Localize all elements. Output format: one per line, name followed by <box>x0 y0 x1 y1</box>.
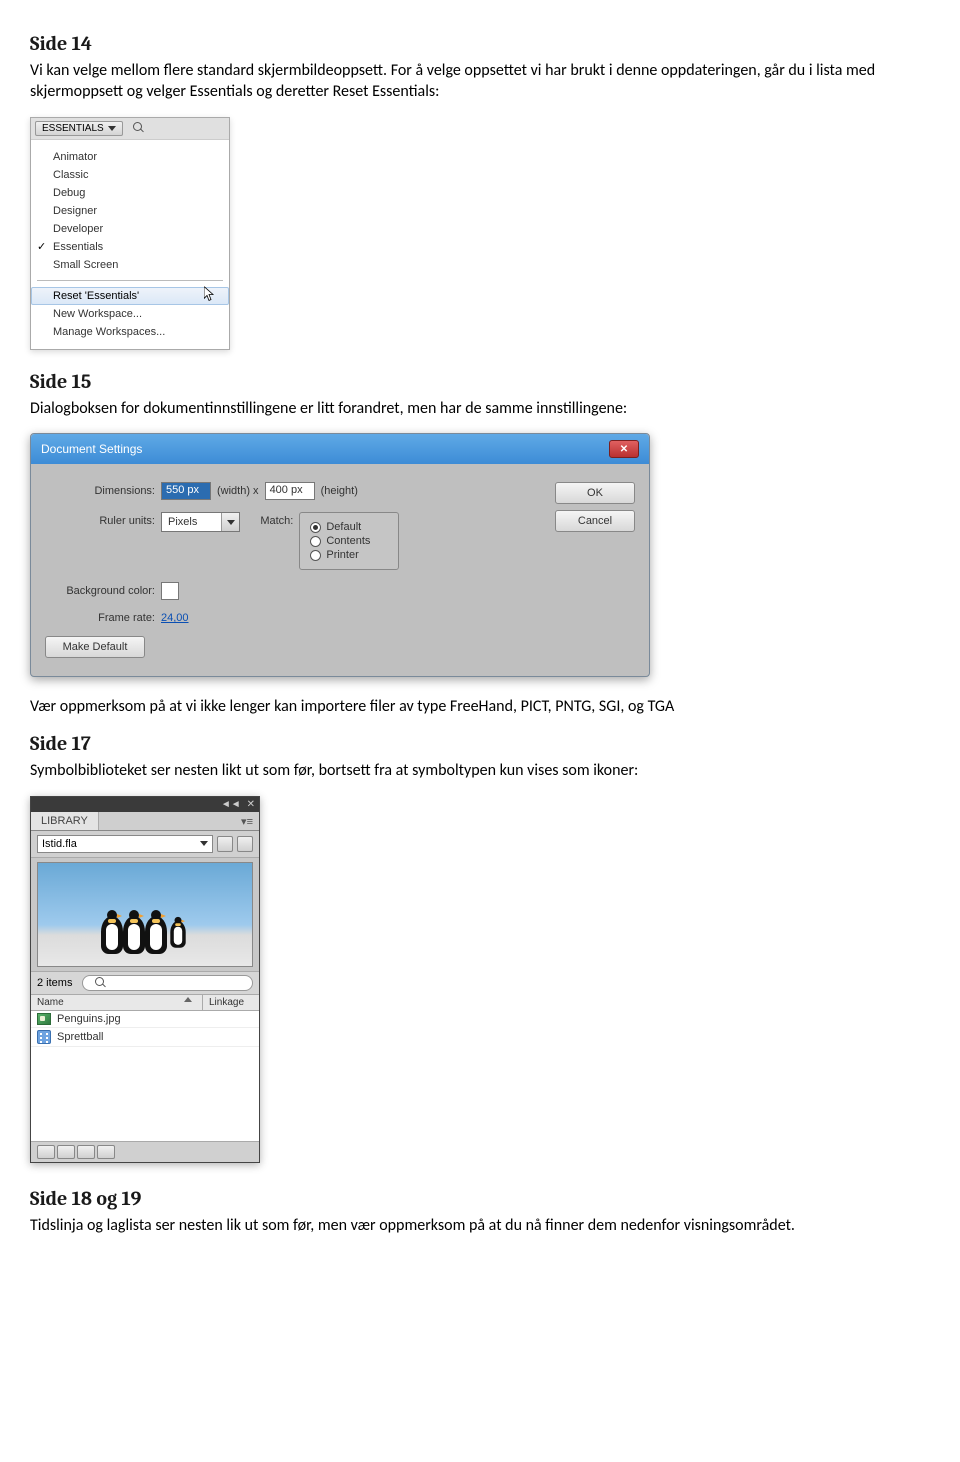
radio-icon <box>310 522 321 533</box>
paragraph-side-15: Dialogboksen for dokumentinnstillingene … <box>30 399 930 420</box>
column-header-name-label: Name <box>37 997 64 1008</box>
library-item[interactable]: Penguins.jpg <box>31 1011 259 1028</box>
dropdown-arrow-icon <box>221 513 239 531</box>
workspace-item-essentials[interactable]: Essentials <box>31 238 229 256</box>
paragraph-side-15-note: Vær oppmerksom på at vi ikke lenger kan … <box>30 697 930 718</box>
workspace-switcher-label: ESSENTIALS <box>42 123 104 134</box>
library-file-dropdown[interactable]: Istid.fla <box>37 835 213 853</box>
search-icon[interactable] <box>133 122 145 134</box>
height-label: (height) <box>321 485 358 497</box>
background-color-label: Background color: <box>45 585 155 597</box>
search-icon <box>95 977 107 989</box>
dialog-title: Document Settings <box>41 442 142 456</box>
ruler-units-label: Ruler units: <box>45 515 155 527</box>
width-input[interactable]: 550 px <box>161 482 211 500</box>
properties-button[interactable] <box>77 1145 95 1159</box>
match-radio-printer[interactable]: Printer <box>310 549 388 561</box>
workspace-action-manage-workspaces[interactable]: Manage Workspaces... <box>31 323 229 341</box>
ruler-units-value: Pixels <box>162 515 221 529</box>
dropdown-triangle-icon <box>108 126 116 131</box>
library-file-selector: Istid.fla <box>31 831 259 858</box>
workspace-item-animator[interactable]: Animator <box>31 148 229 166</box>
dialog-titlebar: Document Settings ✕ <box>31 434 649 464</box>
workspace-item-debug[interactable]: Debug <box>31 184 229 202</box>
preview-image-penguins <box>101 908 189 958</box>
workspace-action-new-workspace[interactable]: New Workspace... <box>31 305 229 323</box>
library-count-row: 2 items <box>31 971 259 995</box>
dropdown-triangle-icon <box>200 841 208 846</box>
library-item-list: Penguins.jpg Sprettball <box>31 1011 259 1141</box>
close-button[interactable]: ✕ <box>609 440 639 458</box>
new-symbol-button[interactable] <box>37 1145 55 1159</box>
delete-button[interactable] <box>97 1145 115 1159</box>
paragraph-side-18-19: Tidslinja og laglista ser nesten lik ut … <box>30 1216 930 1237</box>
heading-side-17: Side 17 <box>30 732 930 755</box>
cursor-icon <box>204 286 216 305</box>
panel-tabs: LIBRARY ▾≡ <box>31 812 259 831</box>
library-preview <box>37 862 253 967</box>
library-search-input[interactable] <box>82 975 253 991</box>
library-tab[interactable]: LIBRARY <box>31 812 99 830</box>
workspace-item-small-screen[interactable]: Small Screen <box>31 256 229 274</box>
panel-top-bar: ◄◄ ✕ <box>31 797 259 812</box>
new-folder-button[interactable] <box>57 1145 75 1159</box>
heading-side-14: Side 14 <box>30 32 930 55</box>
cancel-button[interactable]: Cancel <box>555 510 635 532</box>
workspace-item-developer[interactable]: Developer <box>31 220 229 238</box>
library-item-name: Sprettball <box>57 1031 103 1043</box>
match-radio-contents[interactable]: Contents <box>310 535 388 547</box>
movieclip-icon <box>37 1030 51 1044</box>
heading-side-18-19: Side 18 og 19 <box>30 1187 930 1210</box>
workspace-action-reset-essentials[interactable]: Reset 'Essentials' <box>31 287 229 305</box>
frame-rate-label: Frame rate: <box>45 612 155 624</box>
sort-indicator-icon <box>184 997 192 1002</box>
library-item-name: Penguins.jpg <box>57 1013 121 1025</box>
bitmap-icon <box>37 1013 51 1025</box>
pin-button[interactable] <box>217 836 233 852</box>
close-icon[interactable]: ✕ <box>247 799 255 810</box>
make-default-button[interactable]: Make Default <box>45 636 145 658</box>
match-label: Match: <box>260 515 293 527</box>
column-header-name[interactable]: Name <box>31 995 203 1010</box>
heading-side-15: Side 15 <box>30 370 930 393</box>
library-footer <box>31 1141 259 1162</box>
match-radio-group: Default Contents Printer <box>299 512 399 570</box>
width-x-label: (width) x <box>217 485 259 497</box>
library-file-name: Istid.fla <box>42 838 77 850</box>
ok-button[interactable]: OK <box>555 482 635 504</box>
workspace-list: AnimatorClassicDebugDesignerDeveloperEss… <box>31 140 229 349</box>
library-item[interactable]: Sprettball <box>31 1028 259 1047</box>
paragraph-side-17: Symbolbiblioteket ser nesten likt ut som… <box>30 761 930 782</box>
library-panel: ◄◄ ✕ LIBRARY ▾≡ Istid.fla 2 items Name <box>30 796 260 1163</box>
library-item-count: 2 items <box>37 977 72 989</box>
library-column-headers: Name Linkage <box>31 995 259 1011</box>
workspace-item-classic[interactable]: Classic <box>31 166 229 184</box>
column-header-linkage[interactable]: Linkage <box>203 995 259 1010</box>
menu-divider <box>37 280 223 281</box>
document-settings-dialog: Document Settings ✕ Dimensions: 550 px (… <box>30 433 650 677</box>
workspace-item-designer[interactable]: Designer <box>31 202 229 220</box>
paragraph-side-14: Vi kan velge mellom flere standard skjer… <box>30 61 930 103</box>
height-input[interactable]: 400 px <box>265 482 315 500</box>
panel-options-icon[interactable]: ▾≡ <box>235 812 259 831</box>
radio-label: Printer <box>326 549 358 561</box>
radio-label: Contents <box>326 535 370 547</box>
workspace-header: ESSENTIALS <box>31 118 229 140</box>
workspace-switcher-button[interactable]: ESSENTIALS <box>35 121 123 136</box>
frame-rate-value[interactable]: 24,00 <box>161 612 189 624</box>
ruler-units-dropdown[interactable]: Pixels <box>161 512 240 532</box>
match-radio-default[interactable]: Default <box>310 521 388 533</box>
background-color-swatch[interactable] <box>161 582 179 600</box>
new-library-button[interactable] <box>237 836 253 852</box>
radio-icon <box>310 536 321 547</box>
radio-icon <box>310 550 321 561</box>
collapse-icon[interactable]: ◄◄ <box>221 799 241 810</box>
dimensions-label: Dimensions: <box>45 485 155 497</box>
radio-label: Default <box>326 521 361 533</box>
workspace-dropdown-panel: ESSENTIALS AnimatorClassicDebugDesignerD… <box>30 117 230 350</box>
